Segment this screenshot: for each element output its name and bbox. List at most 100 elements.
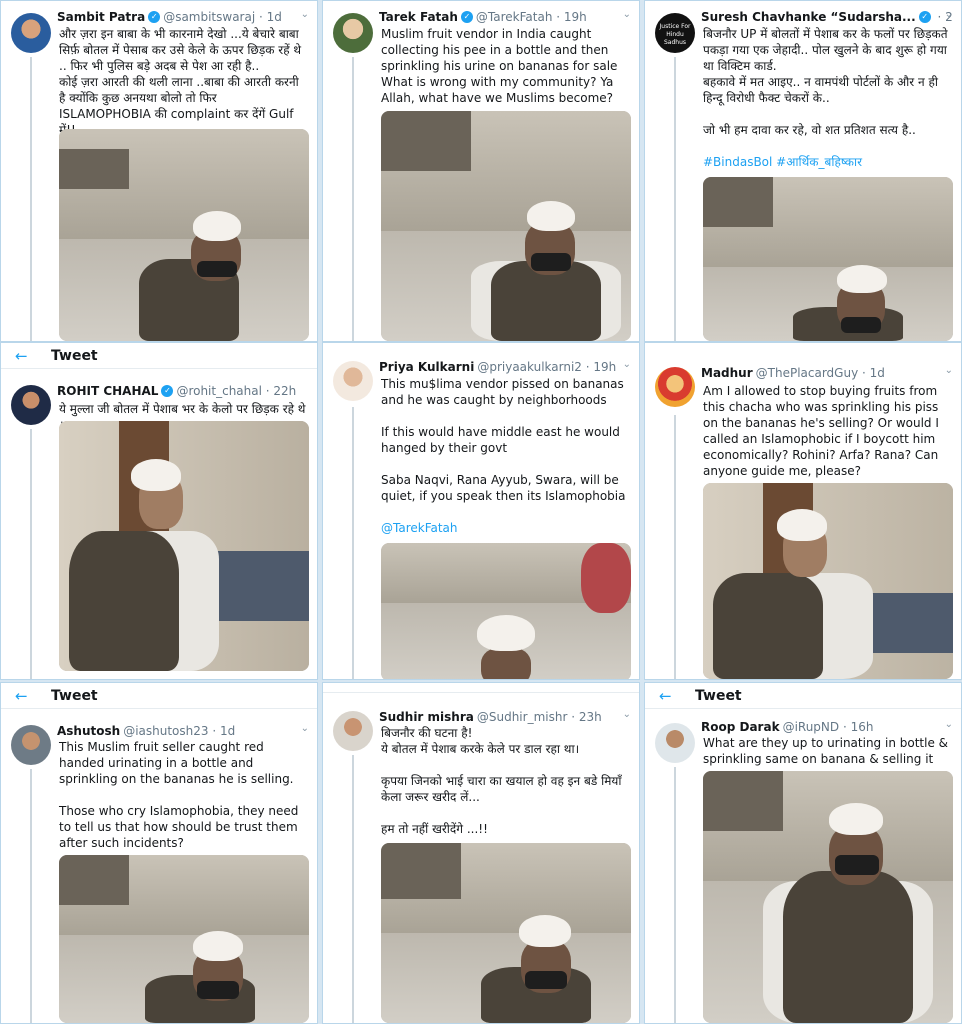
avatar[interactable] — [655, 367, 695, 407]
verified-icon: ✓ — [148, 11, 161, 23]
tweet-header: Priya Kulkarni @priyaakulkarni2 · 19h — [379, 359, 631, 375]
scene-vendor-mask — [197, 981, 239, 999]
tweet-panel-4: ← Tweet ROHIT CHAHAL ✓ @rohit_chahal · 2… — [0, 342, 318, 680]
scene-vendor-cap — [519, 915, 571, 947]
tweet-text: और ज़रा इन बाबा के भी कारनामे देखो ...ये… — [59, 27, 302, 137]
tweet-header: Suresh Chavhanke “Sudarsha... ✓ · 23h — [701, 9, 953, 25]
tweet-header: Sambit Patra ✓ @sambitswaraj · 1d — [57, 9, 309, 25]
scene-vendor-cap — [193, 931, 243, 961]
tweet-header: Madhur @ThePlacardGuy · 1d — [701, 365, 953, 381]
separator: · — [567, 710, 579, 724]
separator: · — [208, 724, 220, 738]
timestamp[interactable]: 1d — [220, 723, 235, 739]
avatar[interactable] — [11, 725, 51, 765]
timestamp[interactable]: 19h — [593, 359, 616, 375]
video-thumbnail[interactable] — [703, 771, 953, 1023]
chevron-down-icon[interactable]: ⌄ — [945, 719, 953, 730]
separator: · — [858, 366, 870, 380]
separator: · — [933, 10, 946, 24]
scene-vendor-cap — [527, 201, 575, 231]
author-handle[interactable]: @iashutosh23 — [123, 723, 208, 739]
scene-vendor-mask — [835, 855, 879, 875]
scene-vendor-cap — [131, 459, 181, 491]
author-handle[interactable]: @iRupND — [783, 719, 840, 735]
tweet-panel-7: ← Tweet Ashutosh @iashutosh23 · 1d ⌄ Thi… — [0, 682, 318, 1024]
scene-vendor-body — [783, 871, 913, 1023]
chevron-down-icon[interactable]: ⌄ — [945, 9, 953, 20]
video-thumbnail[interactable] — [59, 421, 309, 671]
thread-line — [30, 57, 32, 341]
chevron-down-icon[interactable]: ⌄ — [301, 9, 309, 20]
tweet-topbar: ← Tweet — [645, 683, 961, 709]
author-name[interactable]: Tarek Fatah — [379, 9, 458, 25]
author-handle[interactable]: @TarekFatah — [476, 9, 553, 25]
author-name[interactable]: Ashutosh — [57, 723, 120, 739]
tweet-panel-9: ← Tweet Roop Darak @iRupND · 16h ⌄ What … — [644, 682, 962, 1024]
hashtag-link[interactable]: #BindasBol #आर्थिक_बहिष्कार — [703, 155, 862, 169]
tweet-topbar: ← Tweet — [1, 683, 317, 709]
tweet-text: बिजनौर UP में बोलतों में पेशाब कर के फलो… — [703, 27, 948, 169]
avatar[interactable] — [11, 385, 51, 425]
scene-vendor-mask — [525, 971, 567, 989]
timestamp[interactable]: 19h — [564, 9, 587, 25]
mention-link[interactable]: @TarekFatah — [381, 521, 458, 535]
chevron-down-icon[interactable]: ⌄ — [301, 723, 309, 734]
verified-icon: ✓ — [460, 11, 473, 23]
timestamp[interactable]: 16h — [851, 719, 874, 735]
video-thumbnail[interactable] — [381, 111, 631, 341]
author-handle[interactable]: @ThePlacardGuy — [756, 365, 859, 381]
avatar[interactable]: Justice For Hindu Sadhus — [655, 13, 695, 53]
separator: · — [261, 384, 274, 398]
author-name[interactable]: Sudhir mishra — [379, 709, 474, 725]
video-thumbnail[interactable] — [381, 543, 631, 679]
scene-vendor-mask — [841, 317, 881, 333]
timestamp[interactable]: 22h — [273, 383, 296, 399]
scene-vendor-cap — [837, 265, 887, 293]
chevron-down-icon[interactable]: ⌄ — [623, 709, 631, 720]
thread-line — [674, 415, 676, 679]
author-name[interactable]: Suresh Chavhanke “Sudarsha... — [701, 9, 916, 25]
separator: · — [581, 360, 594, 374]
chevron-down-icon[interactable]: ⌄ — [623, 359, 631, 370]
scene-vendor-mask — [531, 253, 571, 271]
video-thumbnail[interactable] — [59, 129, 309, 341]
author-handle[interactable]: @rohit_chahal — [176, 383, 262, 399]
author-name[interactable]: Priya Kulkarni — [379, 359, 474, 375]
chevron-down-icon[interactable]: ⌄ — [623, 9, 631, 20]
avatar[interactable] — [655, 723, 695, 763]
chevron-down-icon[interactable]: ⌄ — [945, 365, 953, 376]
avatar[interactable] — [333, 13, 373, 53]
video-thumbnail[interactable] — [703, 177, 953, 341]
avatar[interactable] — [333, 361, 373, 401]
back-arrow-icon[interactable]: ← — [15, 347, 51, 365]
scene-vendor-cap — [829, 803, 883, 835]
tweet-text: This Muslim fruit seller caught red hand… — [59, 740, 299, 850]
author-name[interactable]: ROHIT CHAHAL — [57, 383, 158, 399]
author-name[interactable]: Madhur — [701, 365, 753, 381]
video-thumbnail[interactable] — [703, 483, 953, 679]
tweet-panel-1: Sambit Patra ✓ @sambitswaraj · 1d ⌄ और ज… — [0, 0, 318, 342]
thread-line — [352, 407, 354, 679]
author-handle[interactable]: @sambitswaraj — [163, 9, 255, 25]
video-thumbnail[interactable] — [59, 855, 309, 1023]
back-arrow-icon[interactable]: ← — [659, 687, 695, 705]
timestamp[interactable]: 23h — [579, 709, 602, 725]
avatar[interactable] — [333, 711, 373, 751]
avatar[interactable] — [11, 13, 51, 53]
author-name[interactable]: Sambit Patra — [57, 9, 145, 25]
timestamp[interactable]: 1d — [267, 9, 282, 25]
video-thumbnail[interactable] — [381, 843, 631, 1023]
back-arrow-icon[interactable]: ← — [15, 687, 51, 705]
author-name[interactable]: Roop Darak — [701, 719, 780, 735]
scene-cart — [703, 177, 773, 227]
author-handle[interactable]: @priyaakulkarni2 — [477, 359, 582, 375]
scene-vendor-face — [481, 647, 531, 679]
scene-cart — [59, 855, 129, 905]
scene-cart — [381, 111, 471, 171]
page-title: Tweet — [51, 687, 98, 704]
tweet-panel-8: Sudhir mishra @Sudhir_mishr · 23h ⌄ बिजन… — [322, 682, 640, 1024]
thread-line — [674, 767, 676, 1023]
author-handle[interactable]: @Sudhir_mishr — [477, 709, 568, 725]
tweet-panel-2: Tarek Fatah ✓ @TarekFatah · 19h ⌄ Muslim… — [322, 0, 640, 342]
timestamp[interactable]: 1d — [870, 365, 885, 381]
